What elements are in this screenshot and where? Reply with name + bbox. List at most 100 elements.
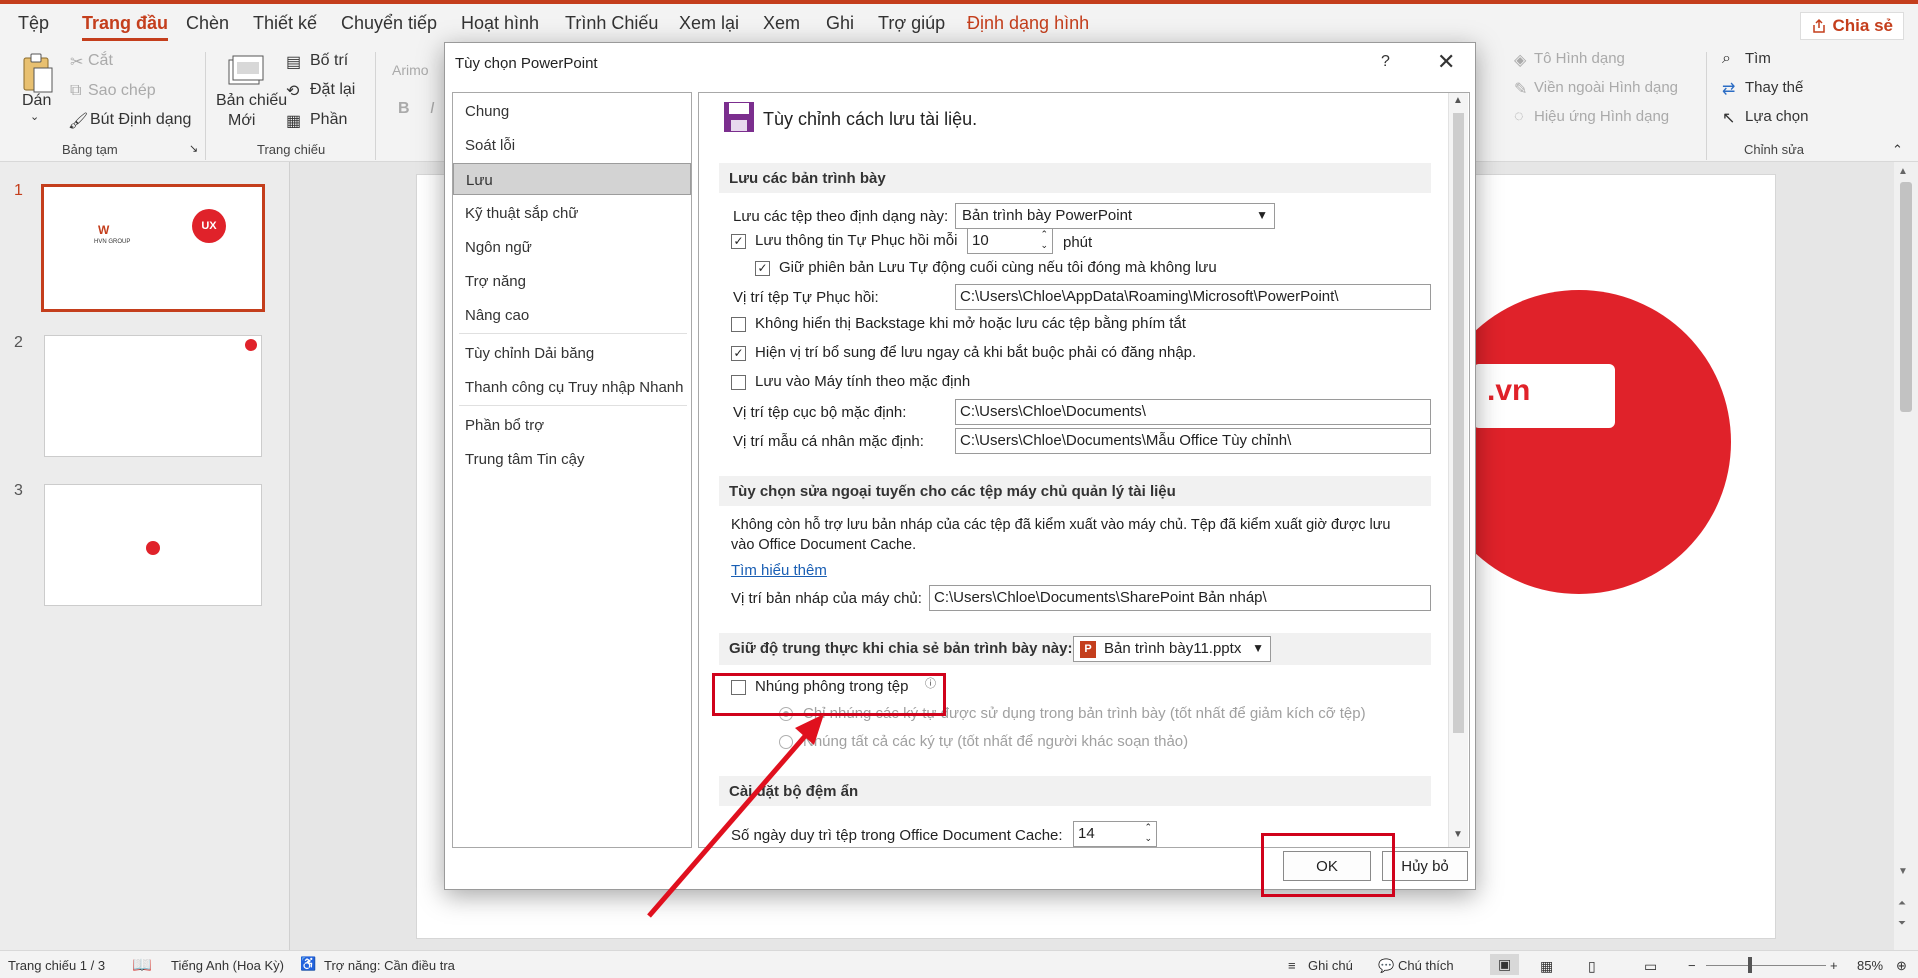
- section-header-save: Lưu các bản trình bày: [719, 163, 1431, 193]
- notes-button[interactable]: Ghi chú: [1308, 958, 1353, 973]
- find-button[interactable]: Tìm: [1745, 50, 1771, 67]
- autorecover-minutes-spinner[interactable]: 10 ⌃ ⌄: [967, 228, 1053, 254]
- font-name-box[interactable]: Arimo: [392, 62, 429, 78]
- zoom-in-icon[interactable]: +: [1830, 958, 1838, 973]
- help-button[interactable]: ?: [1381, 53, 1390, 71]
- save-format-dropdown[interactable]: Bản trình bày PowerPoint ▼: [955, 203, 1275, 229]
- clipboard-launcher-icon[interactable]: ↘: [189, 142, 198, 155]
- tab-transitions[interactable]: Chuyển tiếp: [341, 13, 437, 34]
- nav-item-typography[interactable]: Kỹ thuật sắp chữ: [453, 197, 691, 229]
- spinner-arrows-icon[interactable]: ⌃ ⌄: [1144, 822, 1152, 844]
- close-button[interactable]: ✕: [1437, 49, 1455, 75]
- slide-vertical-scrollbar[interactable]: ▲ ▼ ⏶ ⏷: [1894, 162, 1918, 950]
- shape-outline-button[interactable]: Viền ngoài Hình dạng: [1534, 79, 1678, 96]
- format-painter-button[interactable]: Bút Định dạng: [90, 111, 191, 129]
- save-to-computer-checkbox[interactable]: [731, 375, 746, 390]
- select-button[interactable]: Lựa chọn: [1745, 108, 1808, 125]
- tab-animations[interactable]: Hoạt hình: [461, 13, 539, 34]
- learn-more-link[interactable]: Tìm hiểu thêm: [731, 562, 827, 579]
- server-drafts-location-field[interactable]: C:\Users\Chloe\Documents\SharePoint Bản …: [929, 585, 1431, 611]
- nav-item-customize-ribbon[interactable]: Tùy chỉnh Dải băng: [453, 337, 691, 369]
- next-slide-icon[interactable]: ⏷: [1898, 918, 1906, 929]
- bold-button[interactable]: B: [398, 100, 410, 118]
- scroll-down-icon[interactable]: ▼: [1898, 866, 1908, 877]
- tab-insert[interactable]: Chèn: [186, 13, 229, 34]
- zoom-slider[interactable]: [1706, 965, 1826, 966]
- keep-last-autosaved-checkbox[interactable]: ✓: [755, 261, 770, 276]
- comments-button[interactable]: Chú thích: [1398, 958, 1454, 973]
- nav-item-addins[interactable]: Phần bổ trợ: [453, 409, 691, 441]
- previous-slide-icon[interactable]: ⏶: [1898, 898, 1906, 909]
- spelling-icon[interactable]: 📖: [132, 955, 152, 975]
- reading-view-icon[interactable]: ▯: [1588, 958, 1596, 975]
- autorecover-label: Lưu thông tin Tự Phục hồi mỗi: [755, 232, 958, 249]
- fidelity-file-dropdown[interactable]: P Bản trình bày11.pptx ▼: [1073, 636, 1271, 662]
- options-scrollbar[interactable]: ▲ ▼: [1448, 93, 1468, 847]
- slide-sorter-icon[interactable]: ▦: [1540, 958, 1553, 975]
- no-backstage-checkbox[interactable]: [731, 317, 746, 332]
- tab-record[interactable]: Ghi: [826, 13, 854, 34]
- scrollbar-thumb[interactable]: [1453, 113, 1464, 733]
- section-button[interactable]: Phần: [310, 111, 347, 129]
- slide-thumbnail-2[interactable]: [44, 335, 262, 457]
- tab-view[interactable]: Xem: [763, 13, 800, 34]
- nav-item-advanced[interactable]: Nâng cao: [453, 299, 691, 331]
- share-button[interactable]: Chia sẻ: [1799, 12, 1904, 40]
- paste-chevron-icon[interactable]: ⌄: [30, 110, 39, 123]
- spinner-arrows-icon[interactable]: ⌃ ⌄: [1040, 229, 1048, 251]
- cache-days-spinner[interactable]: 14 ⌃ ⌄: [1073, 821, 1157, 847]
- autorecover-location-field[interactable]: C:\Users\Chloe\AppData\Roaming\Microsoft…: [955, 284, 1431, 310]
- zoom-slider-handle[interactable]: [1748, 957, 1752, 973]
- shape-effects-button[interactable]: Hiệu ứng Hình dạng: [1534, 108, 1669, 125]
- tab-shape-format[interactable]: Định dạng hình: [967, 13, 1089, 34]
- shape-fill-button[interactable]: Tô Hình dạng: [1534, 50, 1625, 67]
- scroll-up-icon[interactable]: ▲: [1898, 166, 1908, 177]
- collapse-ribbon-icon[interactable]: ⌃: [1892, 142, 1903, 158]
- scrollbar-thumb[interactable]: [1900, 182, 1912, 412]
- thumbnail-number: 1: [14, 182, 23, 199]
- copy-button[interactable]: Sao chép: [88, 82, 156, 100]
- autorecover-checkbox[interactable]: ✓: [731, 234, 746, 249]
- replace-icon: ⇄: [1722, 81, 1736, 98]
- default-local-location-field[interactable]: C:\Users\Chloe\Documents\: [955, 399, 1431, 425]
- slideshow-view-icon[interactable]: ▭: [1644, 958, 1657, 975]
- nav-item-quick-access-toolbar[interactable]: Thanh công cụ Truy nhập Nhanh: [453, 371, 691, 403]
- language-status[interactable]: Tiếng Anh (Hoa Kỳ): [171, 958, 284, 973]
- new-slide-button[interactable]: Bản chiếu: [216, 92, 287, 110]
- tab-help[interactable]: Trợ giúp: [878, 13, 945, 34]
- embed-all-chars-label: Nhúng tất cả các ký tự (tốt nhất để ngườ…: [803, 733, 1189, 750]
- nav-item-save[interactable]: Lưu: [453, 163, 691, 195]
- normal-view-icon[interactable]: ▣: [1490, 954, 1520, 975]
- tab-design[interactable]: Thiết kế: [253, 13, 317, 34]
- replace-button[interactable]: Thay thế: [1745, 79, 1803, 96]
- zoom-out-icon[interactable]: −: [1688, 958, 1696, 973]
- fit-slide-icon[interactable]: ⊕: [1896, 958, 1907, 974]
- copy-icon: ⧉: [70, 82, 82, 99]
- nav-item-trust-center[interactable]: Trung tâm Tin cậy: [453, 443, 691, 475]
- nav-item-general[interactable]: Chung: [453, 95, 691, 127]
- embed-all-chars-radio[interactable]: [779, 735, 793, 749]
- accessibility-status[interactable]: Trợ năng: Cần điều tra: [324, 958, 455, 973]
- notes-icon: ≡: [1288, 958, 1296, 973]
- cut-button[interactable]: Cắt: [88, 52, 113, 70]
- tab-file[interactable]: Tệp: [18, 13, 49, 34]
- paste-button[interactable]: Dán: [22, 92, 51, 110]
- nav-item-proofing[interactable]: Soát lỗi: [453, 129, 691, 161]
- tab-review[interactable]: Xem lại: [679, 13, 739, 34]
- scroll-down-icon[interactable]: ▼: [1453, 829, 1463, 840]
- italic-button[interactable]: I: [430, 100, 434, 118]
- layout-button[interactable]: Bố trí: [310, 52, 348, 70]
- slide-thumbnail-3[interactable]: [44, 484, 262, 606]
- nav-item-language[interactable]: Ngôn ngữ: [453, 231, 691, 263]
- reset-button[interactable]: Đặt lại: [310, 81, 355, 99]
- powerpoint-options-dialog: Tùy chọn PowerPoint ? ✕ Chung Soát lỗi L…: [444, 42, 1476, 890]
- scroll-up-icon[interactable]: ▲: [1453, 95, 1463, 106]
- slide-thumbnail-1[interactable]: W HVN GROUP UX: [41, 184, 265, 312]
- nav-item-accessibility[interactable]: Trợ năng: [453, 265, 691, 297]
- show-additional-places-checkbox[interactable]: ✓: [731, 346, 746, 361]
- new-slide-button-line2[interactable]: Mới: [228, 112, 255, 130]
- tab-home[interactable]: Trang đầu: [82, 13, 169, 41]
- tab-slideshow[interactable]: Trình Chiếu: [565, 13, 658, 34]
- personal-templates-field[interactable]: C:\Users\Chloe\Documents\Mẫu Office Tùy …: [955, 428, 1431, 454]
- zoom-level[interactable]: 85%: [1857, 958, 1883, 973]
